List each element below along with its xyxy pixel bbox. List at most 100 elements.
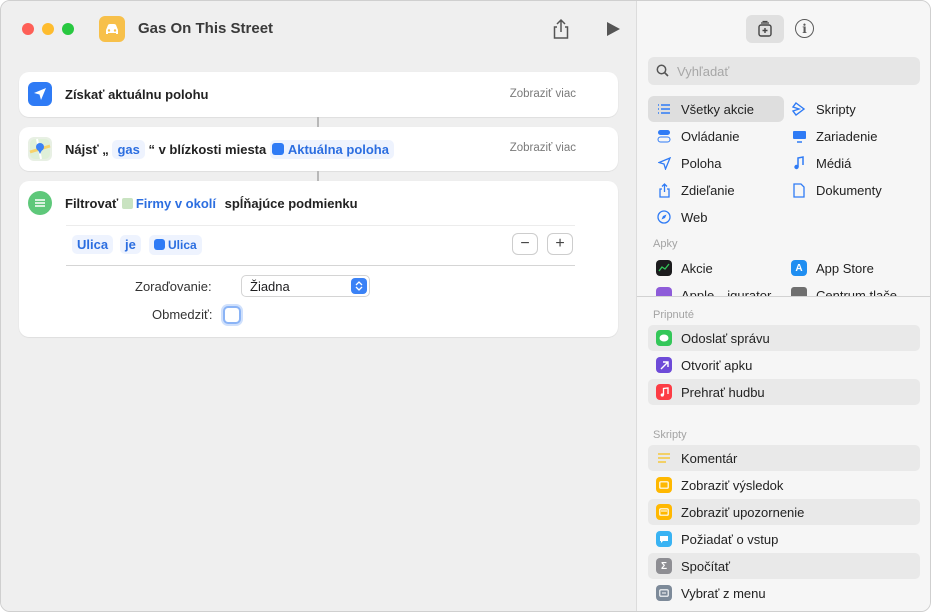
pinned-send-message[interactable]: Odoslať správu	[648, 325, 920, 351]
share-icon[interactable]	[551, 18, 571, 40]
script-choose-from-menu[interactable]: Vybrať z menu	[648, 580, 920, 606]
script-ask-for-input[interactable]: Požiadať o vstup	[648, 526, 920, 552]
pinned-open-app[interactable]: Otvoriť apku	[648, 352, 920, 378]
script-show-result[interactable]: Zobraziť výsledok	[648, 472, 920, 498]
nearby-businesses-token[interactable]: Firmy v okolí	[121, 194, 222, 213]
apps-overflow-row: Apple…igurator Centrum tlače	[637, 282, 930, 296]
category-documents[interactable]: Dokumenty	[791, 177, 882, 203]
music-icon	[656, 384, 672, 400]
show-result-icon	[656, 477, 672, 493]
location-arrow-icon	[656, 155, 672, 171]
category-label: Dokumenty	[816, 182, 882, 198]
script-icon	[791, 101, 807, 117]
query-token[interactable]: gas	[112, 140, 145, 159]
pinned-play-music[interactable]: Prehrať hudbu	[648, 379, 920, 405]
location-token-icon	[271, 143, 284, 155]
shortcuts-window: Gas On This Street Získať aktuálnu poloh…	[0, 0, 931, 612]
limit-label: Obmedziť:	[152, 307, 213, 322]
category-label: Zdieľanie	[681, 182, 735, 198]
condition-operator[interactable]: je	[120, 235, 141, 254]
filter-action-sentence: Filtrovať Firmy v okolí spĺňajúce podmie…	[65, 194, 358, 213]
toggle-icon	[656, 128, 672, 144]
category-sharing[interactable]: Zdieľanie	[656, 177, 735, 203]
find-action-sentence: Nájsť „ gas “ v blízkosti miesta Aktuáln…	[65, 140, 394, 159]
music-note-icon	[791, 155, 807, 171]
script-count[interactable]: Σ Spočítať	[648, 553, 920, 579]
info-icon[interactable]: i	[795, 19, 814, 38]
app-configurator[interactable]: Apple…igurator	[656, 282, 771, 296]
minimize-window-button[interactable]	[42, 23, 54, 35]
add-condition-button[interactable]: +	[547, 233, 573, 255]
run-play-icon[interactable]	[605, 21, 621, 37]
editor-pane: Gas On This Street Získať aktuálnu poloh…	[1, 1, 636, 611]
maps-small-icon	[121, 198, 133, 209]
comment-lines-icon	[656, 450, 672, 466]
script-show-alert[interactable]: Zobraziť upozornenie	[648, 499, 920, 525]
script-label: Požiadať o vstup	[681, 531, 779, 547]
category-scripts[interactable]: Skripty	[791, 96, 856, 122]
pinned-header: Pripnuté	[653, 309, 694, 321]
category-controls[interactable]: Ovládanie	[656, 123, 740, 149]
stocks-icon	[656, 260, 672, 276]
compass-icon	[656, 209, 672, 225]
apps-header: Apky	[653, 238, 678, 250]
sort-select[interactable]: Žiadna	[241, 275, 370, 297]
category-label: Všetky akcie	[681, 101, 754, 117]
action-find-places[interactable]: Nájsť „ gas “ v blízkosti miesta Aktuáln…	[19, 127, 618, 171]
category-label: Médiá	[816, 155, 852, 171]
location-token-icon	[154, 239, 165, 250]
action-connector	[317, 117, 319, 127]
category-device[interactable]: Zariadenie	[791, 123, 877, 149]
show-more-link[interactable]: Zobraziť viac	[510, 142, 576, 154]
app-print-center[interactable]: Centrum tlače	[791, 282, 897, 296]
script-comment[interactable]: Komentár	[648, 445, 920, 471]
limit-checkbox[interactable]	[223, 306, 241, 324]
category-location[interactable]: Poloha	[656, 150, 721, 176]
condition-value[interactable]: Ulica	[149, 235, 202, 255]
pinned-label: Otvoriť apku	[681, 357, 753, 373]
divider	[66, 265, 575, 266]
zoom-window-button[interactable]	[62, 23, 74, 35]
app-app-store[interactable]: A App Store	[791, 255, 874, 281]
location-token[interactable]: Aktuálna poloha	[269, 140, 394, 159]
category-all-actions[interactable]: Všetky akcie	[648, 96, 784, 122]
condition-field[interactable]: Ulica	[72, 235, 114, 254]
search-placeholder: Vyhľadať	[677, 64, 730, 79]
app-label: App Store	[816, 260, 874, 276]
category-label: Zariadenie	[816, 128, 878, 144]
app-label: Apple…igurator	[681, 287, 772, 297]
filter-suffix: spĺňajúce podmienku	[224, 196, 358, 211]
shortcut-title[interactable]: Gas On This Street	[138, 20, 273, 37]
close-window-button[interactable]	[22, 23, 34, 35]
remove-condition-button[interactable]: −	[512, 233, 538, 255]
input-icon	[656, 531, 672, 547]
action-library-icon[interactable]	[746, 15, 784, 43]
pinned-label: Odoslať správu	[681, 330, 770, 346]
sigma-icon: Σ	[656, 558, 672, 574]
condition-value-label: Ulica	[168, 238, 197, 252]
filter-prefix: Filtrovať	[65, 196, 119, 211]
action-title: Získať aktuálnu polohu	[65, 87, 209, 102]
search-input[interactable]: Vyhľadať	[648, 57, 920, 85]
action-filter[interactable]: Filtrovať Firmy v okolí spĺňajúce podmie…	[19, 181, 618, 337]
configurator-icon	[656, 287, 672, 296]
divider	[66, 225, 575, 226]
alert-icon	[656, 504, 672, 520]
scripts-header: Skripty	[653, 429, 687, 441]
category-media[interactable]: Médiá	[791, 150, 851, 176]
show-more-link[interactable]: Zobraziť viac	[510, 88, 576, 100]
script-label: Zobraziť upozornenie	[681, 504, 805, 520]
shortcut-car-icon[interactable]	[99, 16, 125, 42]
app-label: Akcie	[681, 260, 713, 276]
title-bar: Gas On This Street	[1, 1, 636, 57]
app-store-icon: A	[791, 260, 807, 276]
action-get-current-location[interactable]: Získať aktuálnu polohu Zobraziť viac	[19, 72, 618, 117]
category-label: Web	[681, 209, 708, 225]
app-stocks[interactable]: Akcie	[656, 255, 713, 281]
document-icon	[791, 182, 807, 198]
script-label: Vybrať z menu	[681, 585, 766, 601]
find-middle: “ v blízkosti miesta	[148, 142, 267, 157]
printer-icon	[791, 287, 807, 296]
category-web[interactable]: Web	[656, 204, 708, 230]
monitor-icon	[791, 128, 807, 144]
